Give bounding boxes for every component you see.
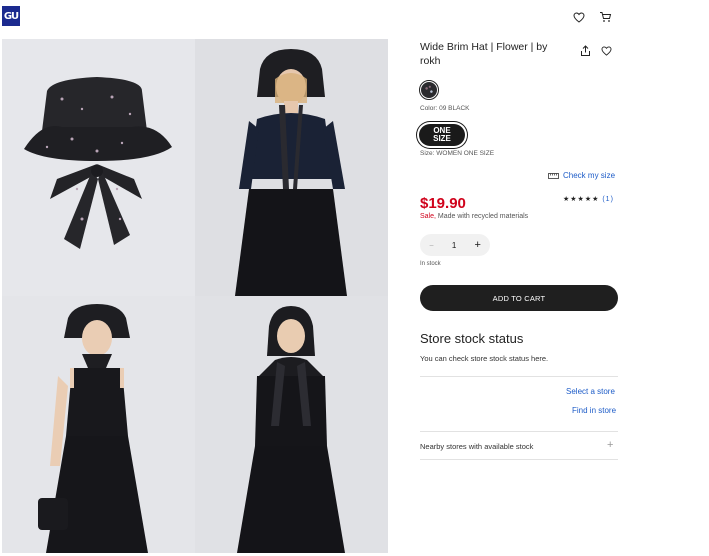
add-to-cart-label: ADD TO CART xyxy=(492,293,546,303)
divider xyxy=(420,459,618,460)
divider xyxy=(420,431,618,432)
size-button-label: ONE SIZE xyxy=(433,126,451,143)
color-swatch-black[interactable] xyxy=(419,80,439,100)
find-in-store-link[interactable]: Find in store xyxy=(572,406,616,415)
store-stock-title: Store stock status xyxy=(420,331,524,346)
size-label: Size: WOMEN ONE SIZE xyxy=(420,150,495,157)
quantity-stepper[interactable]: − 1 + xyxy=(420,234,490,256)
add-to-cart-button[interactable]: ADD TO CART xyxy=(420,285,618,311)
expand-plus-icon[interactable]: + xyxy=(607,439,613,451)
ruler-icon xyxy=(548,172,559,179)
divider xyxy=(420,376,618,377)
stock-status: In stock xyxy=(420,261,441,267)
product-image-hat[interactable] xyxy=(2,39,195,296)
qty-plus-button[interactable]: + xyxy=(474,239,480,251)
rating-count[interactable]: (1) xyxy=(602,196,614,203)
sale-label: Sale, xyxy=(420,213,436,220)
wishlist-heart-icon[interactable] xyxy=(597,42,615,60)
size-one-size-button[interactable]: ONE SIZE xyxy=(419,124,465,146)
share-icon[interactable] xyxy=(576,42,594,60)
nearby-stores-label[interactable]: Nearby stores with available stock xyxy=(420,442,533,451)
color-swatch-pattern xyxy=(421,82,437,98)
select-store-link[interactable]: Select a store xyxy=(566,387,615,396)
product-image-model-1[interactable] xyxy=(195,39,388,296)
cart-icon[interactable] xyxy=(596,8,614,26)
rating-stars[interactable]: ★★★★★ (1) xyxy=(563,195,614,203)
price: $19.90 xyxy=(420,195,466,212)
check-size-link[interactable]: Check my size xyxy=(548,171,615,180)
product-image-model-3[interactable] xyxy=(195,296,388,553)
color-label: Color: 09 BLACK xyxy=(420,105,470,112)
sale-note: Sale, Made with recycled materials xyxy=(420,213,528,220)
check-size-label: Check my size xyxy=(563,171,616,180)
product-title: Wide Brim Hat | Flower | by rokh xyxy=(420,41,548,67)
brand-logo[interactable]: GU xyxy=(2,6,20,26)
rating-stars-glyphs: ★★★★★ xyxy=(563,196,600,203)
heart-icon[interactable] xyxy=(570,8,588,26)
store-stock-description: You can check store stock status here. xyxy=(420,354,549,363)
product-image-model-2[interactable] xyxy=(2,296,195,553)
qty-minus-button[interactable]: − xyxy=(429,241,434,250)
recycled-note: Made with recycled materials xyxy=(437,213,529,220)
qty-value: 1 xyxy=(451,240,457,250)
